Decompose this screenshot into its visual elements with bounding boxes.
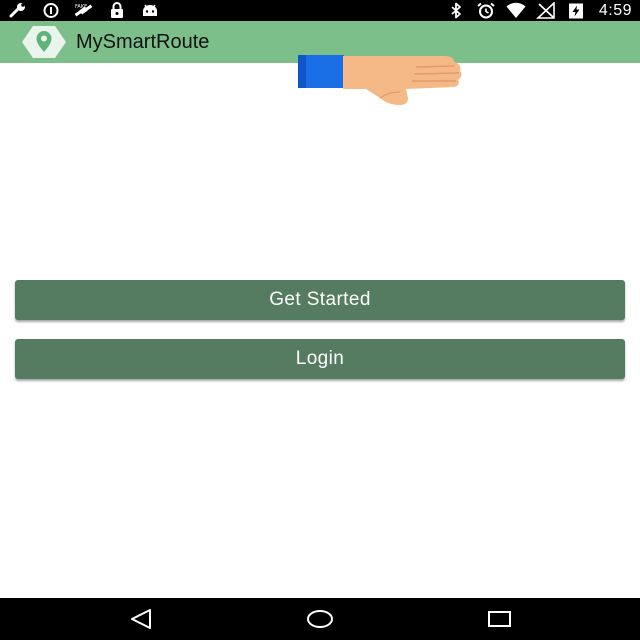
recents-button[interactable] bbox=[478, 603, 522, 635]
circle-info-icon bbox=[43, 3, 59, 18]
get-started-button[interactable]: Get Started bbox=[15, 280, 625, 320]
svg-text:FAKE: FAKE bbox=[75, 4, 87, 10]
android-robot-icon bbox=[143, 4, 157, 16]
bluetooth-icon bbox=[451, 2, 461, 19]
home-button[interactable] bbox=[298, 603, 342, 635]
login-button[interactable]: Login bbox=[15, 339, 625, 379]
home-circle-icon bbox=[307, 610, 333, 628]
status-bar: FAKE 4:59 bbox=[0, 0, 640, 21]
satellite-fake-gps-icon: FAKE bbox=[74, 4, 93, 17]
thumbs-down-hand-icon bbox=[298, 55, 462, 105]
app-title: MySmartRoute bbox=[76, 31, 210, 53]
wrench-icon bbox=[9, 3, 25, 18]
wifi-icon bbox=[506, 2, 526, 18]
app-screen: FAKE 4:59 MySmartRoute Get Started Login bbox=[0, 0, 640, 640]
battery-charging-icon bbox=[568, 3, 583, 19]
back-triangle-icon bbox=[131, 609, 151, 629]
navigation-bar bbox=[0, 598, 640, 640]
alarm-icon bbox=[477, 2, 495, 19]
lock-icon bbox=[111, 2, 123, 18]
status-right-icons: 4:59 bbox=[446, 0, 632, 21]
status-time: 4:59 bbox=[598, 1, 632, 19]
status-left-icons: FAKE bbox=[8, 0, 160, 21]
back-button[interactable] bbox=[119, 603, 163, 635]
signal-off-icon bbox=[535, 2, 555, 19]
map-pin-hexagon-icon bbox=[22, 26, 66, 58]
recents-square-icon bbox=[488, 611, 511, 627]
